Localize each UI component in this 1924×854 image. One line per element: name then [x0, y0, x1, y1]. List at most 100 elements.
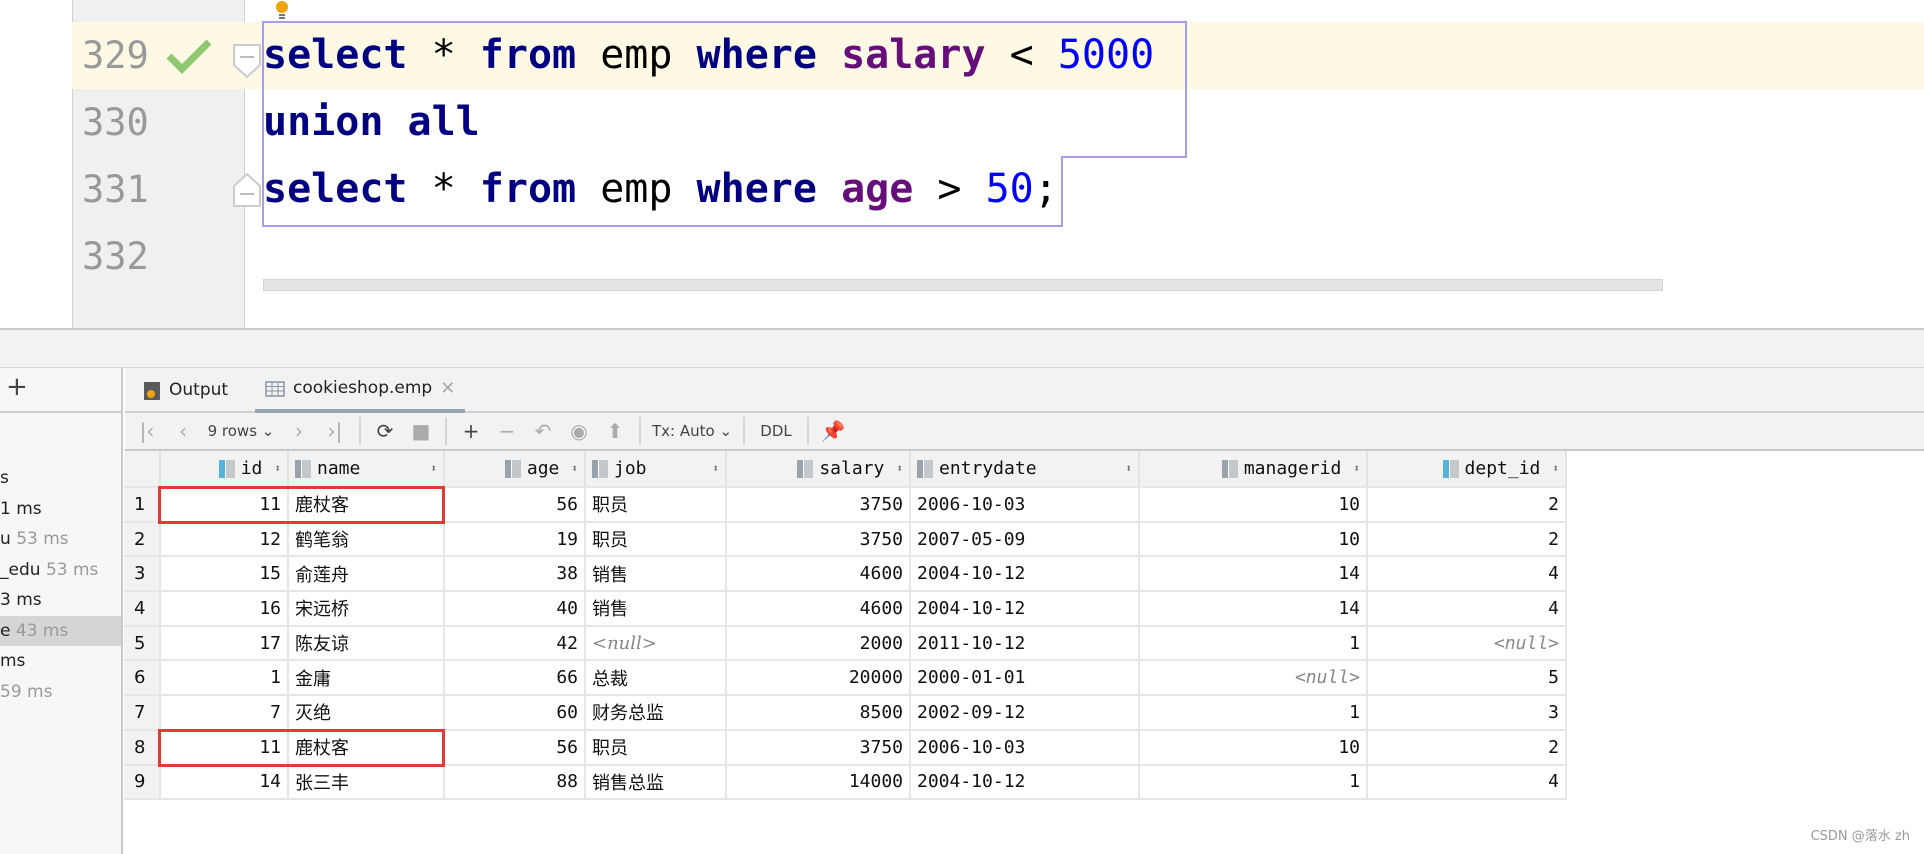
table-cell[interactable]: 2006-10-03 — [910, 729, 1140, 766]
panel-splitter[interactable] — [0, 328, 1924, 368]
table-row[interactable]: 8 11 鹿杖客 56 职员 3750 2006-10-03 10 2 — [124, 729, 1567, 766]
table-cell[interactable]: 4600 — [726, 556, 911, 593]
sort-icon[interactable]: ⬍ — [1125, 462, 1132, 475]
table-row[interactable]: 5 17 陈友谅 42 <null> 2000 2011-10-12 1 <null> — [124, 625, 1567, 662]
table-row[interactable]: 7 7 灭绝 60 财务总监 8500 2002-09-12 1 3 — [124, 695, 1567, 731]
column-header-job[interactable]: job ⬍ — [585, 451, 727, 488]
table-cell[interactable]: 2002-09-12 — [910, 695, 1140, 731]
sort-icon[interactable]: ⬍ — [1552, 462, 1559, 475]
table-cell[interactable]: 2011-10-12 — [910, 625, 1140, 662]
table-cell[interactable]: 60 — [444, 695, 586, 731]
table-cell[interactable]: 5 — [1367, 660, 1567, 697]
table-cell[interactable]: <null> — [1367, 625, 1567, 662]
table-row[interactable]: 2 12 鹤笔翁 19 职员 3750 2007-05-09 10 2 — [124, 521, 1567, 558]
table-cell[interactable]: 66 — [444, 660, 586, 697]
table-cell[interactable]: 2 — [1367, 521, 1567, 558]
table-cell[interactable]: 职员 — [585, 729, 727, 766]
table-cell[interactable]: 2000-01-01 — [910, 660, 1140, 697]
table-cell[interactable]: 88 — [444, 764, 586, 801]
column-header-dept_id[interactable]: dept_id ⬍ — [1367, 451, 1567, 488]
stop-icon[interactable]: ■ — [403, 416, 439, 446]
table-cell[interactable]: 15 — [160, 556, 289, 593]
service-item[interactable]: u 53 ms — [0, 524, 121, 554]
table-cell[interactable]: 4 — [1367, 591, 1567, 627]
table-cell[interactable]: 11 — [160, 487, 289, 523]
table-cell[interactable]: 鹿杖客 — [288, 729, 445, 766]
column-header-salary[interactable]: salary ⬍ — [726, 451, 911, 488]
table-cell[interactable]: 14000 — [726, 764, 911, 801]
service-item[interactable]: _edu 53 ms — [0, 555, 121, 585]
code-line[interactable]: union all — [263, 89, 480, 156]
service-item[interactable]: 1 ms — [0, 494, 121, 524]
table-cell[interactable]: 11 — [160, 729, 289, 766]
previous-page-icon[interactable]: ‹ — [165, 416, 201, 446]
table-cell[interactable]: 3750 — [726, 521, 911, 558]
table-cell[interactable]: 鹤笔翁 — [288, 521, 445, 558]
table-cell[interactable]: 陈友谅 — [288, 625, 445, 662]
tab-output[interactable]: Output — [143, 368, 228, 413]
table-cell[interactable]: 4600 — [726, 591, 911, 627]
sort-icon[interactable]: ⬍ — [712, 462, 719, 475]
service-item[interactable]: s — [0, 463, 121, 493]
table-cell[interactable]: 10 — [1139, 487, 1368, 523]
table-cell[interactable]: 17 — [160, 625, 289, 662]
table-cell[interactable]: 销售 — [585, 591, 727, 627]
sort-icon[interactable]: ⬍ — [274, 462, 281, 475]
table-cell[interactable]: <null> — [1139, 660, 1368, 697]
table-cell[interactable]: 3750 — [726, 487, 911, 523]
table-cell[interactable]: 8500 — [726, 695, 911, 731]
table-row[interactable]: 4 16 宋远桥 40 销售 4600 2004-10-12 14 4 — [124, 591, 1567, 627]
column-header-entrydate[interactable]: entrydate ⬍ — [910, 451, 1140, 488]
table-cell[interactable]: 鹿杖客 — [288, 487, 445, 523]
table-cell[interactable]: 宋远桥 — [288, 591, 445, 627]
sort-icon[interactable]: ⬍ — [430, 462, 437, 475]
table-cell[interactable]: 14 — [1139, 556, 1368, 593]
service-item[interactable]: 59 ms — [0, 677, 121, 707]
table-row[interactable]: 3 15 俞莲舟 38 销售 4600 2004-10-12 14 4 — [124, 556, 1567, 593]
rows-dropdown[interactable]: 9 rows ⌄ — [201, 416, 281, 446]
table-cell[interactable]: 2007-05-09 — [910, 521, 1140, 558]
table-cell[interactable]: 1 — [1139, 625, 1368, 662]
table-row[interactable]: 6 1 金庸 66 总裁 20000 2000-01-01 <null> 5 — [124, 660, 1567, 697]
table-cell[interactable]: 销售 — [585, 556, 727, 593]
tab-cookieshop-emp[interactable]: cookieshop.emp ✕ — [255, 366, 466, 413]
add-row-icon[interactable]: + — [453, 416, 489, 446]
table-cell[interactable]: 金庸 — [288, 660, 445, 697]
table-cell[interactable]: 7 — [160, 695, 289, 731]
preview-icon[interactable]: ◉ — [561, 416, 597, 446]
table-cell[interactable]: 销售总监 — [585, 764, 727, 801]
table-cell[interactable]: 4 — [1367, 556, 1567, 593]
table-cell[interactable]: 张三丰 — [288, 764, 445, 801]
first-page-icon[interactable]: |‹ — [129, 416, 165, 446]
table-cell[interactable]: 1 — [160, 660, 289, 697]
pin-icon[interactable]: 📌 — [815, 416, 851, 446]
revert-icon[interactable]: ↶ — [525, 416, 561, 446]
refresh-icon[interactable]: ⟳ — [367, 416, 403, 446]
table-cell[interactable]: 灭绝 — [288, 695, 445, 731]
close-icon[interactable]: ✕ — [440, 366, 455, 411]
column-header-age[interactable]: age ⬍ — [444, 451, 586, 488]
table-cell[interactable]: 2004-10-12 — [910, 591, 1140, 627]
table-cell[interactable]: 16 — [160, 591, 289, 627]
service-item[interactable]: ms — [0, 646, 121, 676]
next-page-icon[interactable]: › — [281, 416, 317, 446]
table-cell[interactable]: 19 — [444, 521, 586, 558]
table-cell[interactable]: 2 — [1367, 487, 1567, 523]
submit-icon[interactable]: ⬆ — [597, 416, 633, 446]
table-cell[interactable]: 职员 — [585, 521, 727, 558]
table-cell[interactable]: 2 — [1367, 729, 1567, 766]
table-cell[interactable]: 10 — [1139, 521, 1368, 558]
column-header-managerid[interactable]: managerid ⬍ — [1139, 451, 1368, 488]
tx-mode-dropdown[interactable]: Tx: Auto ⌄ — [647, 416, 737, 446]
table-cell[interactable]: 财务总监 — [585, 695, 727, 731]
sort-icon[interactable]: ⬍ — [571, 462, 578, 475]
table-cell[interactable]: 总裁 — [585, 660, 727, 697]
code-line[interactable]: select * from emp where salary < 5000 — [263, 22, 1154, 89]
code-line[interactable]: select * from emp where age > 50; — [263, 156, 1058, 223]
table-cell[interactable]: <null> — [585, 625, 727, 662]
table-cell[interactable]: 2004-10-12 — [910, 556, 1140, 593]
table-cell[interactable]: 56 — [444, 729, 586, 766]
sort-icon[interactable]: ⬍ — [896, 462, 903, 475]
table-cell[interactable]: 1 — [1139, 695, 1368, 731]
service-item[interactable]: e 43 ms — [0, 615, 121, 646]
